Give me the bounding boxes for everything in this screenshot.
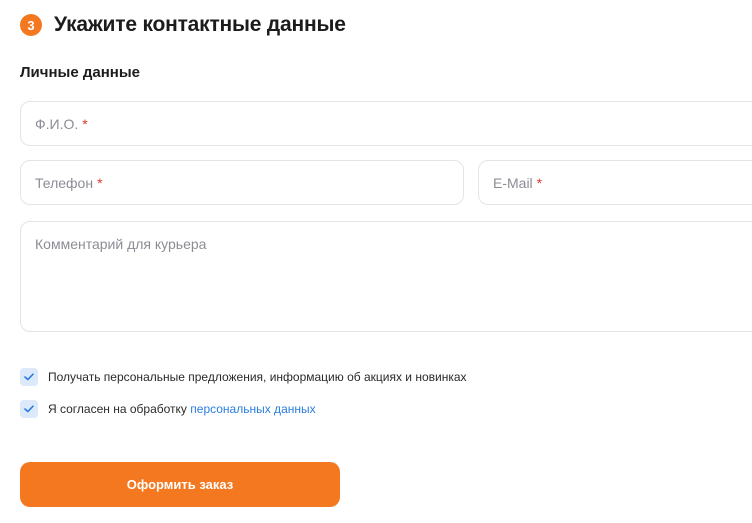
section-title: Личные данные (20, 64, 140, 81)
step-header: 3 Укажите контактные данные (20, 13, 346, 37)
consent-text: Я согласен на обработку (48, 402, 191, 416)
consent-checkbox-row[interactable]: Я согласен на обработку персональных дан… (20, 400, 316, 418)
submit-order-button[interactable]: Оформить заказ (20, 462, 340, 507)
courier-comment-textarea[interactable]: Комментарий для курьера (20, 221, 752, 332)
checkmark-icon (24, 373, 34, 381)
consent-checkbox[interactable] (20, 400, 38, 418)
offers-checkbox-row[interactable]: Получать персональные предложения, инфор… (20, 368, 467, 386)
offers-checkbox-label: Получать персональные предложения, инфор… (48, 370, 467, 384)
step-title: Укажите контактные данные (54, 13, 346, 36)
phone-placeholder: Телефон * (35, 175, 103, 191)
checkmark-icon (24, 405, 34, 413)
phone-input[interactable]: Телефон * (20, 160, 464, 205)
email-input[interactable]: E-Mail * (478, 160, 752, 205)
personal-data-link[interactable]: персональных данных (190, 402, 315, 416)
consent-checkbox-label: Я согласен на обработку персональных дан… (48, 402, 316, 416)
comment-placeholder: Комментарий для курьера (35, 236, 207, 252)
required-mark: * (536, 175, 543, 191)
email-placeholder: E-Mail * (493, 175, 543, 191)
required-mark: * (97, 175, 103, 191)
fio-placeholder: Ф.И.О. * (35, 116, 88, 132)
fio-input[interactable]: Ф.И.О. * (20, 101, 752, 146)
offers-checkbox[interactable] (20, 368, 38, 386)
step-number-badge: 3 (20, 14, 42, 36)
required-mark: * (82, 116, 88, 132)
